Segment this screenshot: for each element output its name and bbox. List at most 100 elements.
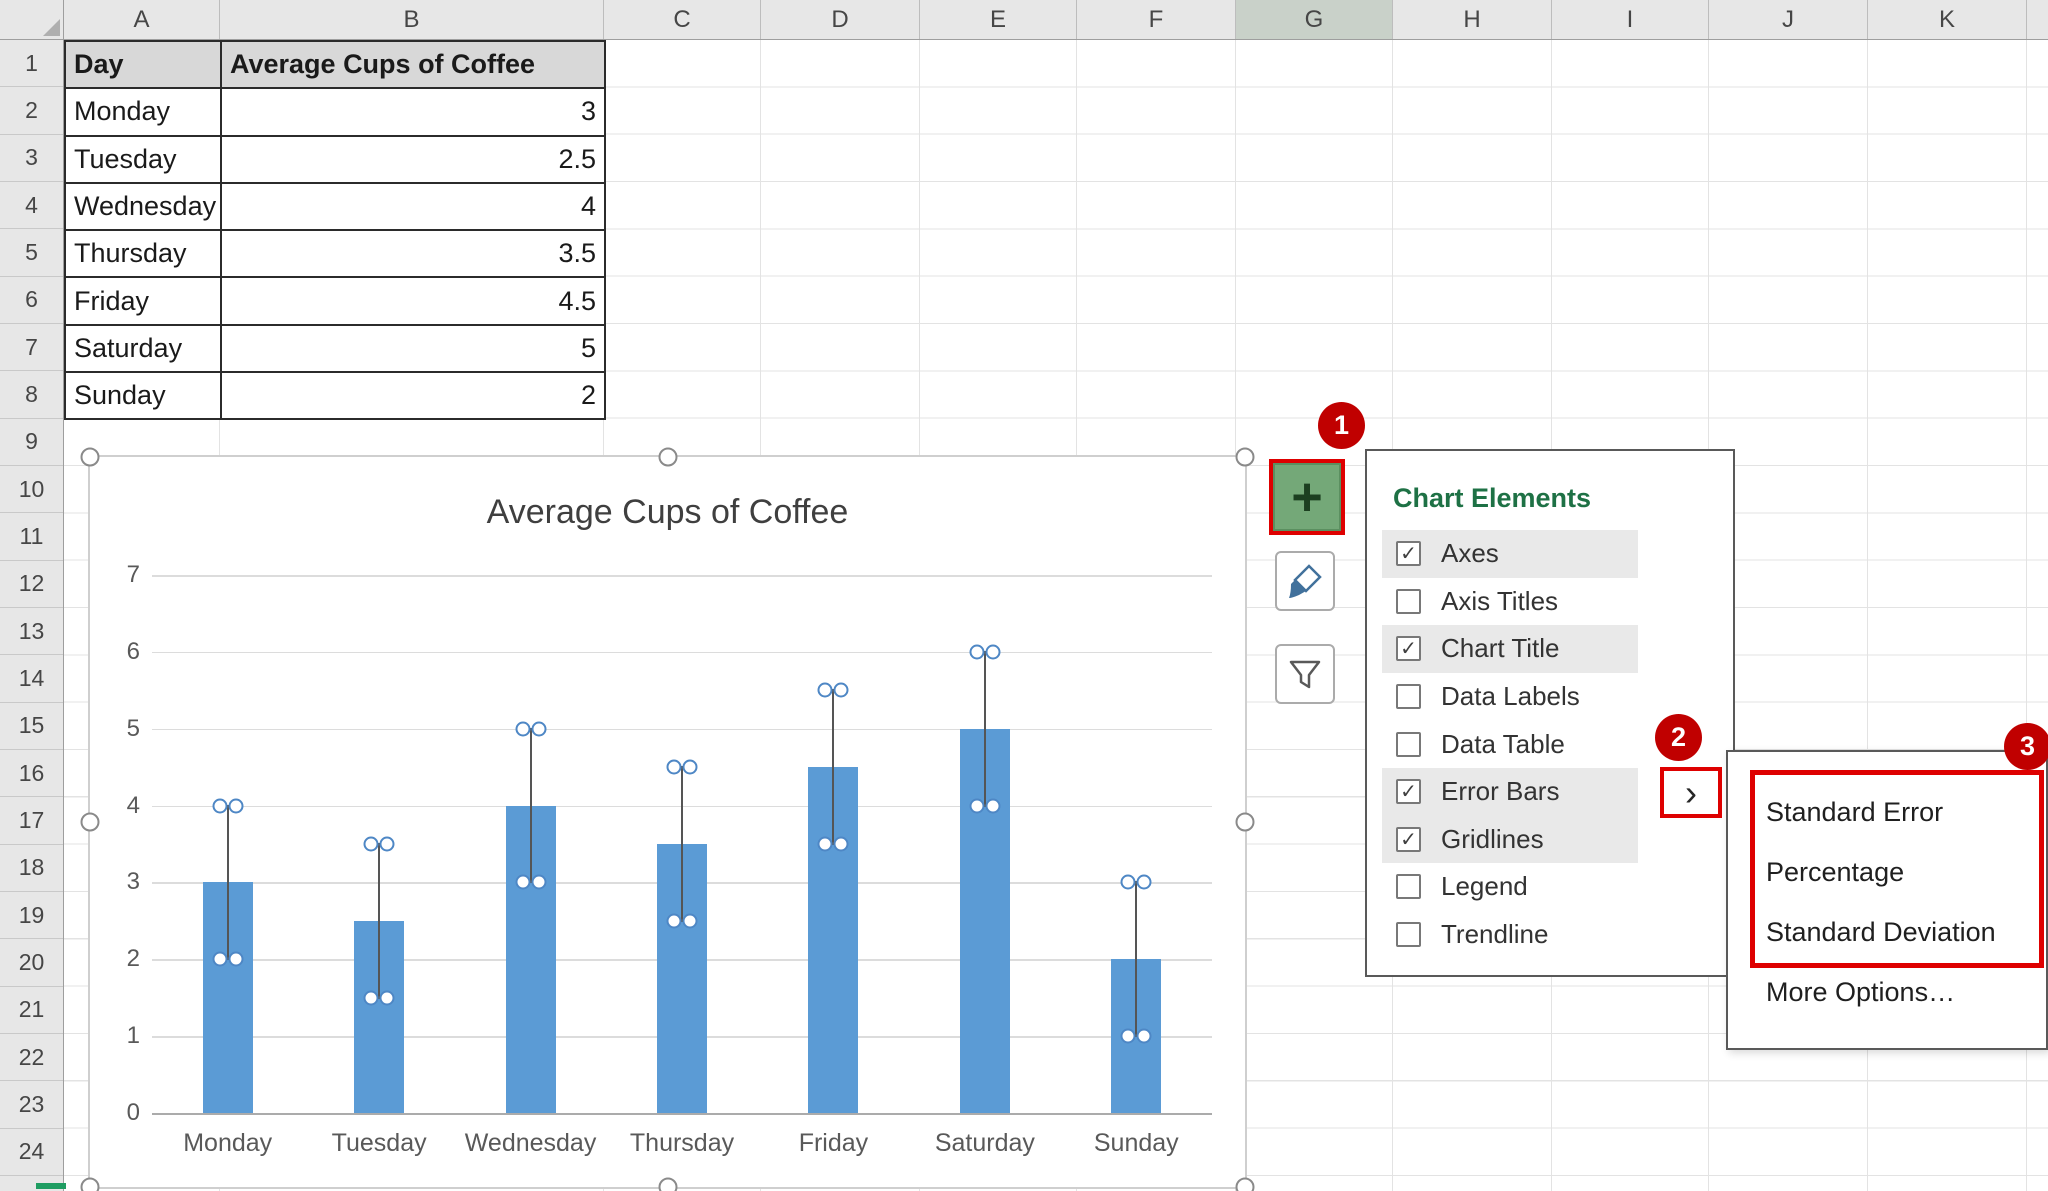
- chart-selection-handle[interactable]: [81, 813, 100, 832]
- chart-plot: 76543210MondayTuesdayWednesdayThursdayFr…: [90, 457, 1245, 1187]
- column-header-K[interactable]: K: [1868, 0, 2027, 39]
- checkbox-trendline[interactable]: [1396, 922, 1421, 947]
- chart-selection-handle[interactable]: [658, 448, 677, 467]
- table-row: Monday3: [65, 88, 605, 135]
- row-header-2[interactable]: 2: [0, 87, 63, 134]
- checkbox-gridlines[interactable]: ✓: [1396, 827, 1421, 852]
- checkbox-data-table[interactable]: [1396, 732, 1421, 757]
- error-bars-submenu-arrow[interactable]: ›: [1660, 767, 1722, 818]
- row-header-18[interactable]: 18: [0, 845, 63, 892]
- checkbox-legend[interactable]: [1396, 874, 1421, 899]
- cell-value[interactable]: 2.5: [221, 136, 605, 183]
- row-header-24[interactable]: 24: [0, 1129, 63, 1176]
- row-header-3[interactable]: 3: [0, 135, 63, 182]
- column-header-B[interactable]: B: [220, 0, 604, 39]
- chart-selection-handle[interactable]: [658, 1178, 677, 1191]
- checkbox-error-bars[interactable]: ✓: [1396, 779, 1421, 804]
- chart-filters-button[interactable]: [1275, 644, 1335, 704]
- row-header-20[interactable]: 20: [0, 939, 63, 986]
- cell-value[interactable]: 4.5: [221, 277, 605, 324]
- cell-day[interactable]: Thursday: [65, 230, 221, 277]
- column-header-F[interactable]: F: [1077, 0, 1236, 39]
- chart-selection-handle[interactable]: [81, 448, 100, 467]
- row-header-19[interactable]: 19: [0, 892, 63, 939]
- cell-day[interactable]: Monday: [65, 88, 221, 135]
- checkbox-data-labels[interactable]: [1396, 684, 1421, 709]
- cell-day[interactable]: Friday: [65, 277, 221, 324]
- cell-day[interactable]: Saturday: [65, 325, 221, 372]
- row-header-6[interactable]: 6: [0, 277, 63, 324]
- checkbox-chart-title[interactable]: ✓: [1396, 636, 1421, 661]
- table-header-cell[interactable]: Average Cups of Coffee: [221, 41, 605, 88]
- error-bar-handle: [818, 683, 833, 698]
- column-header-C[interactable]: C: [604, 0, 761, 39]
- chart-selection-handle[interactable]: [1236, 813, 1255, 832]
- row-header-5[interactable]: 5: [0, 229, 63, 276]
- row-header-1[interactable]: 1: [0, 40, 63, 87]
- select-all-corner[interactable]: [0, 0, 64, 40]
- data-table[interactable]: DayAverage Cups of CoffeeMonday3Tuesday2…: [64, 40, 606, 420]
- chart-element-data-table[interactable]: Data Table: [1382, 720, 1638, 768]
- chart-styles-button[interactable]: [1275, 551, 1335, 611]
- submenu-item-more-options[interactable]: More Options…: [1728, 962, 2046, 1022]
- error-bar-handle: [834, 683, 849, 698]
- row-header-21[interactable]: 21: [0, 987, 63, 1034]
- cell-day[interactable]: Sunday: [65, 372, 221, 419]
- submenu-item-standard-error[interactable]: Standard Error: [1728, 782, 2046, 842]
- chart-selection-handle[interactable]: [81, 1178, 100, 1191]
- column-header-D[interactable]: D: [761, 0, 920, 39]
- cell-day[interactable]: Tuesday: [65, 136, 221, 183]
- chart[interactable]: Average Cups of Coffee 76543210MondayTue…: [88, 455, 1247, 1189]
- cell-value[interactable]: 3: [221, 88, 605, 135]
- chart-selection-handle[interactable]: [1236, 1178, 1255, 1191]
- chart-element-error-bars[interactable]: ✓Error Bars: [1382, 768, 1638, 816]
- chart-element-axes[interactable]: ✓Axes: [1382, 530, 1638, 578]
- table-row: Friday4.5: [65, 277, 605, 324]
- chart-element-data-labels[interactable]: Data Labels: [1382, 673, 1638, 721]
- cell-value[interactable]: 3.5: [221, 230, 605, 277]
- row-header-10[interactable]: 10: [0, 466, 63, 513]
- row-header-12[interactable]: 12: [0, 561, 63, 608]
- row-header-13[interactable]: 13: [0, 608, 63, 655]
- chart-element-trendline[interactable]: Trendline: [1382, 911, 1638, 959]
- chart-element-chart-title[interactable]: ✓Chart Title: [1382, 625, 1638, 673]
- chart-element-legend[interactable]: Legend: [1382, 863, 1638, 911]
- chart-element-gridlines[interactable]: ✓Gridlines: [1382, 816, 1638, 864]
- column-header-A[interactable]: A: [64, 0, 220, 39]
- error-bar-handle: [515, 875, 530, 890]
- row-header-16[interactable]: 16: [0, 750, 63, 797]
- column-header-H[interactable]: H: [1393, 0, 1552, 39]
- checkbox-axes[interactable]: ✓: [1396, 541, 1421, 566]
- row-header-8[interactable]: 8: [0, 371, 63, 418]
- chart-element-axis-titles[interactable]: Axis Titles: [1382, 578, 1638, 626]
- cell-value[interactable]: 2: [221, 372, 605, 419]
- row-header-4[interactable]: 4: [0, 182, 63, 229]
- checkbox-axis-titles[interactable]: [1396, 589, 1421, 614]
- column-header-J[interactable]: J: [1709, 0, 1868, 39]
- column-header-I[interactable]: I: [1552, 0, 1709, 39]
- row-header-23[interactable]: 23: [0, 1081, 63, 1128]
- row-header-22[interactable]: 22: [0, 1034, 63, 1081]
- row-header-15[interactable]: 15: [0, 703, 63, 750]
- error-bar-handle: [364, 837, 379, 852]
- row-header-17[interactable]: 17: [0, 797, 63, 844]
- chart-selection-handle[interactable]: [1236, 448, 1255, 467]
- row-headers: 1234567891011121314151617181920212223242…: [0, 40, 64, 1191]
- row-header-14[interactable]: 14: [0, 655, 63, 702]
- table-row: Wednesday4: [65, 183, 605, 230]
- x-axis-category-label: Monday: [153, 1129, 303, 1158]
- x-axis-category-label: Thursday: [607, 1129, 757, 1158]
- submenu-item-percentage[interactable]: Percentage: [1728, 842, 2046, 902]
- cell-day[interactable]: Wednesday: [65, 183, 221, 230]
- row-header-11[interactable]: 11: [0, 513, 63, 560]
- annotation-step-2: 2: [1655, 714, 1702, 761]
- cell-value[interactable]: 4: [221, 183, 605, 230]
- column-header-E[interactable]: E: [920, 0, 1077, 39]
- row-header-7[interactable]: 7: [0, 324, 63, 371]
- table-header-cell[interactable]: Day: [65, 41, 221, 88]
- chart-elements-plus-button[interactable]: +: [1273, 463, 1341, 531]
- submenu-item-standard-deviation[interactable]: Standard Deviation: [1728, 902, 2046, 962]
- column-header-G[interactable]: G: [1236, 0, 1393, 39]
- row-header-9[interactable]: 9: [0, 419, 63, 466]
- cell-value[interactable]: 5: [221, 325, 605, 372]
